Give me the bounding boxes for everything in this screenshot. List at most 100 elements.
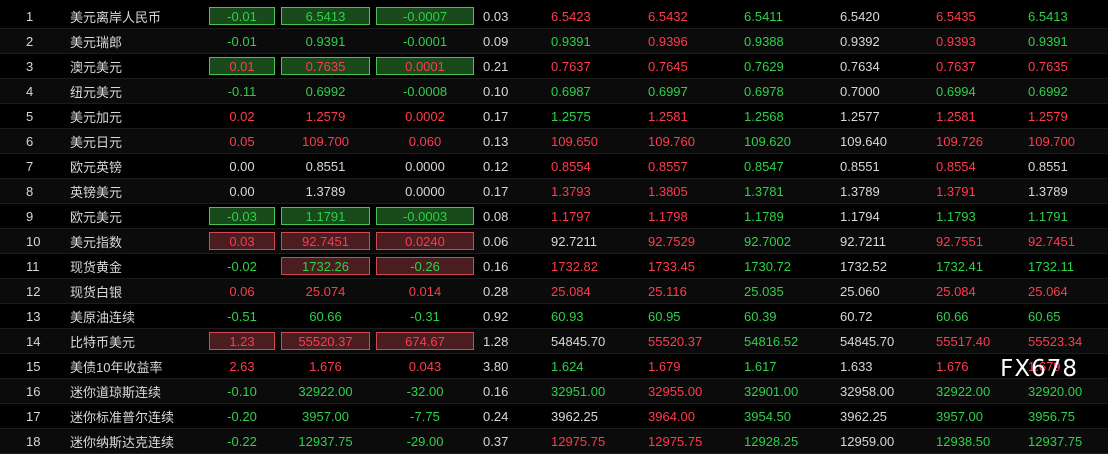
pct-cell: 0.16 xyxy=(477,254,545,279)
quote-row[interactable]: 5 美元加元 0.02 1.2579 0.0002 0.17 1.2575 1.2581 1.2… xyxy=(0,104,1108,129)
prev-cell: 12959.00 xyxy=(834,429,930,454)
open-cell: 32951.00 xyxy=(545,379,642,404)
quote-row[interactable]: 18 迷你纳斯达克连续 -0.22 12937.75 -29.00 0.37 12975.7… xyxy=(0,429,1108,454)
change-value: -0.22 xyxy=(227,434,257,449)
change-value: -0.51 xyxy=(227,309,257,324)
quote-row[interactable]: 8 英镑美元 0.00 1.3789 0.0000 0.17 1.3793 1.3805 1.3… xyxy=(0,179,1108,204)
prev-cell: 25.060 xyxy=(834,279,930,304)
no-cell: 11 xyxy=(0,254,64,279)
no-cell: 4 xyxy=(0,79,64,104)
last-value: 0.8551 xyxy=(305,159,346,174)
no-cell: 12 xyxy=(0,279,64,304)
bid-cell: 60.66 xyxy=(930,304,1022,329)
prev-cell: 6.5420 xyxy=(834,4,930,29)
change-value: 0.00 xyxy=(229,159,255,174)
ask-cell: 0.7635 xyxy=(1022,54,1108,79)
change-value: -0.01 xyxy=(227,34,257,49)
quote-row[interactable]: 11 现货黄金 -0.02 1732.26 -0.26 0.16 1732.82 1733.4… xyxy=(0,254,1108,279)
high-cell: 60.95 xyxy=(642,304,738,329)
ask-cell: 6.5413 xyxy=(1022,4,1108,29)
low-cell: 109.620 xyxy=(738,129,834,154)
ask-cell: 1.1791 xyxy=(1022,204,1108,229)
last-value: 6.5413 xyxy=(281,7,370,25)
bid-cell: 1.1793 xyxy=(930,204,1022,229)
quote-row[interactable]: 15 美债10年收益率 2.63 1.676 0.043 3.80 1.624 1.679 1.… xyxy=(0,354,1108,379)
name-cell: 纽元美元 xyxy=(64,79,206,104)
open-cell: 60.93 xyxy=(545,304,642,329)
low-cell: 54816.52 xyxy=(738,329,834,354)
quote-row[interactable]: 2 美元瑞郎 -0.01 0.9391 -0.0001 0.09 0.9391 0.9396 0… xyxy=(0,29,1108,54)
chg-value: -7.75 xyxy=(410,409,440,424)
quote-row[interactable]: 4 纽元美元 -0.11 0.6992 -0.0008 0.10 0.6987 0.6997 0… xyxy=(0,79,1108,104)
chg-value: 0.014 xyxy=(408,284,442,299)
change-value: -0.03 xyxy=(209,207,275,225)
open-cell: 1.624 xyxy=(545,354,642,379)
quote-row[interactable]: 12 现货白银 0.06 25.074 0.014 0.28 25.084 25.116 25.… xyxy=(0,279,1108,304)
name-cell: 现货白银 xyxy=(64,279,206,304)
low-cell: 0.8547 xyxy=(738,154,834,179)
high-cell: 1.2581 xyxy=(642,104,738,129)
high-cell: 25.116 xyxy=(642,279,738,304)
pct-cell: 0.03 xyxy=(477,4,545,29)
open-cell: 12975.75 xyxy=(545,429,642,454)
open-cell: 3962.25 xyxy=(545,404,642,429)
pct-cell: 0.08 xyxy=(477,204,545,229)
no-cell: 16 xyxy=(0,379,64,404)
quote-table: 1 美元离岸人民币 -0.01 6.5413 -0.0007 0.03 6.5423 6.54… xyxy=(0,4,1108,454)
bid-cell: 0.8554 xyxy=(930,154,1022,179)
quote-row[interactable]: 16 迷你道琼斯连续 -0.10 32922.00 -32.00 0.16 32951.00… xyxy=(0,379,1108,404)
name-cell: 现货黄金 xyxy=(64,254,206,279)
no-cell: 17 xyxy=(0,404,64,429)
high-cell: 0.8557 xyxy=(642,154,738,179)
name-cell: 比特币美元 xyxy=(64,329,206,354)
quote-row[interactable]: 10 美元指数 0.03 92.7451 0.0240 0.06 92.7211 92.752… xyxy=(0,229,1108,254)
quote-row[interactable]: 17 迷你标准普尔连续 -0.20 3957.00 -7.75 0.24 3962.25 39… xyxy=(0,404,1108,429)
bid-cell: 55517.40 xyxy=(930,329,1022,354)
pct-cell: 0.24 xyxy=(477,404,545,429)
pct-cell: 0.09 xyxy=(477,29,545,54)
pct-cell: 0.13 xyxy=(477,129,545,154)
prev-cell: 32958.00 xyxy=(834,379,930,404)
quote-row[interactable]: 3 澳元美元 0.01 0.7635 0.0001 0.21 0.7637 0.7645 0.7… xyxy=(0,54,1108,79)
chg-value: 0.0240 xyxy=(376,232,474,250)
quote-row[interactable]: 9 欧元美元 -0.03 1.1791 -0.0003 0.08 1.1797 1.1798 1… xyxy=(0,204,1108,229)
prev-cell: 1.2577 xyxy=(834,104,930,129)
name-cell: 美原油连续 xyxy=(64,304,206,329)
last-value: 92.7451 xyxy=(281,232,370,250)
open-cell: 0.7637 xyxy=(545,54,642,79)
last-value: 1.1791 xyxy=(281,207,370,225)
bid-cell: 12938.50 xyxy=(930,429,1022,454)
quote-row[interactable]: 13 美原油连续 -0.51 60.66 -0.31 0.92 60.93 60.95 60.3… xyxy=(0,304,1108,329)
high-cell: 3964.00 xyxy=(642,404,738,429)
pct-cell: 0.92 xyxy=(477,304,545,329)
no-cell: 9 xyxy=(0,204,64,229)
bid-cell: 92.7551 xyxy=(930,229,1022,254)
no-cell: 18 xyxy=(0,429,64,454)
low-cell: 3954.50 xyxy=(738,404,834,429)
name-cell: 迷你标准普尔连续 xyxy=(64,404,206,429)
ask-cell: 12937.75 xyxy=(1022,429,1108,454)
low-cell: 0.9388 xyxy=(738,29,834,54)
quote-row[interactable]: 14 比特币美元 1.23 55520.37 674.67 1.28 54845.70 555… xyxy=(0,329,1108,354)
last-value: 1.676 xyxy=(309,359,342,374)
pct-cell: 0.28 xyxy=(477,279,545,304)
chg-value: -0.0003 xyxy=(376,207,474,225)
bid-cell: 1.2581 xyxy=(930,104,1022,129)
prev-cell: 54845.70 xyxy=(834,329,930,354)
pct-cell: 1.28 xyxy=(477,329,545,354)
open-cell: 54845.70 xyxy=(545,329,642,354)
quote-row[interactable]: 1 美元离岸人民币 -0.01 6.5413 -0.0007 0.03 6.5423 6.54… xyxy=(0,4,1108,29)
ask-cell: 55523.34 xyxy=(1022,329,1108,354)
ask-cell: 1.3789 xyxy=(1022,179,1108,204)
ask-cell: 0.8551 xyxy=(1022,154,1108,179)
quote-row[interactable]: 6 美元日元 0.05 109.700 0.060 0.13 109.650 109.760 1… xyxy=(0,129,1108,154)
quote-row[interactable]: 7 欧元英镑 0.00 0.8551 0.0000 0.12 0.8554 0.8557 0.8… xyxy=(0,154,1108,179)
high-cell: 12975.75 xyxy=(642,429,738,454)
chg-value: 0.0002 xyxy=(405,109,445,124)
pct-cell: 0.17 xyxy=(477,104,545,129)
open-cell: 1.1797 xyxy=(545,204,642,229)
ask-cell: 1.2579 xyxy=(1022,104,1108,129)
prev-cell: 3962.25 xyxy=(834,404,930,429)
ask-cell: 1732.11 xyxy=(1022,254,1108,279)
name-cell: 迷你纳斯达克连续 xyxy=(64,429,206,454)
